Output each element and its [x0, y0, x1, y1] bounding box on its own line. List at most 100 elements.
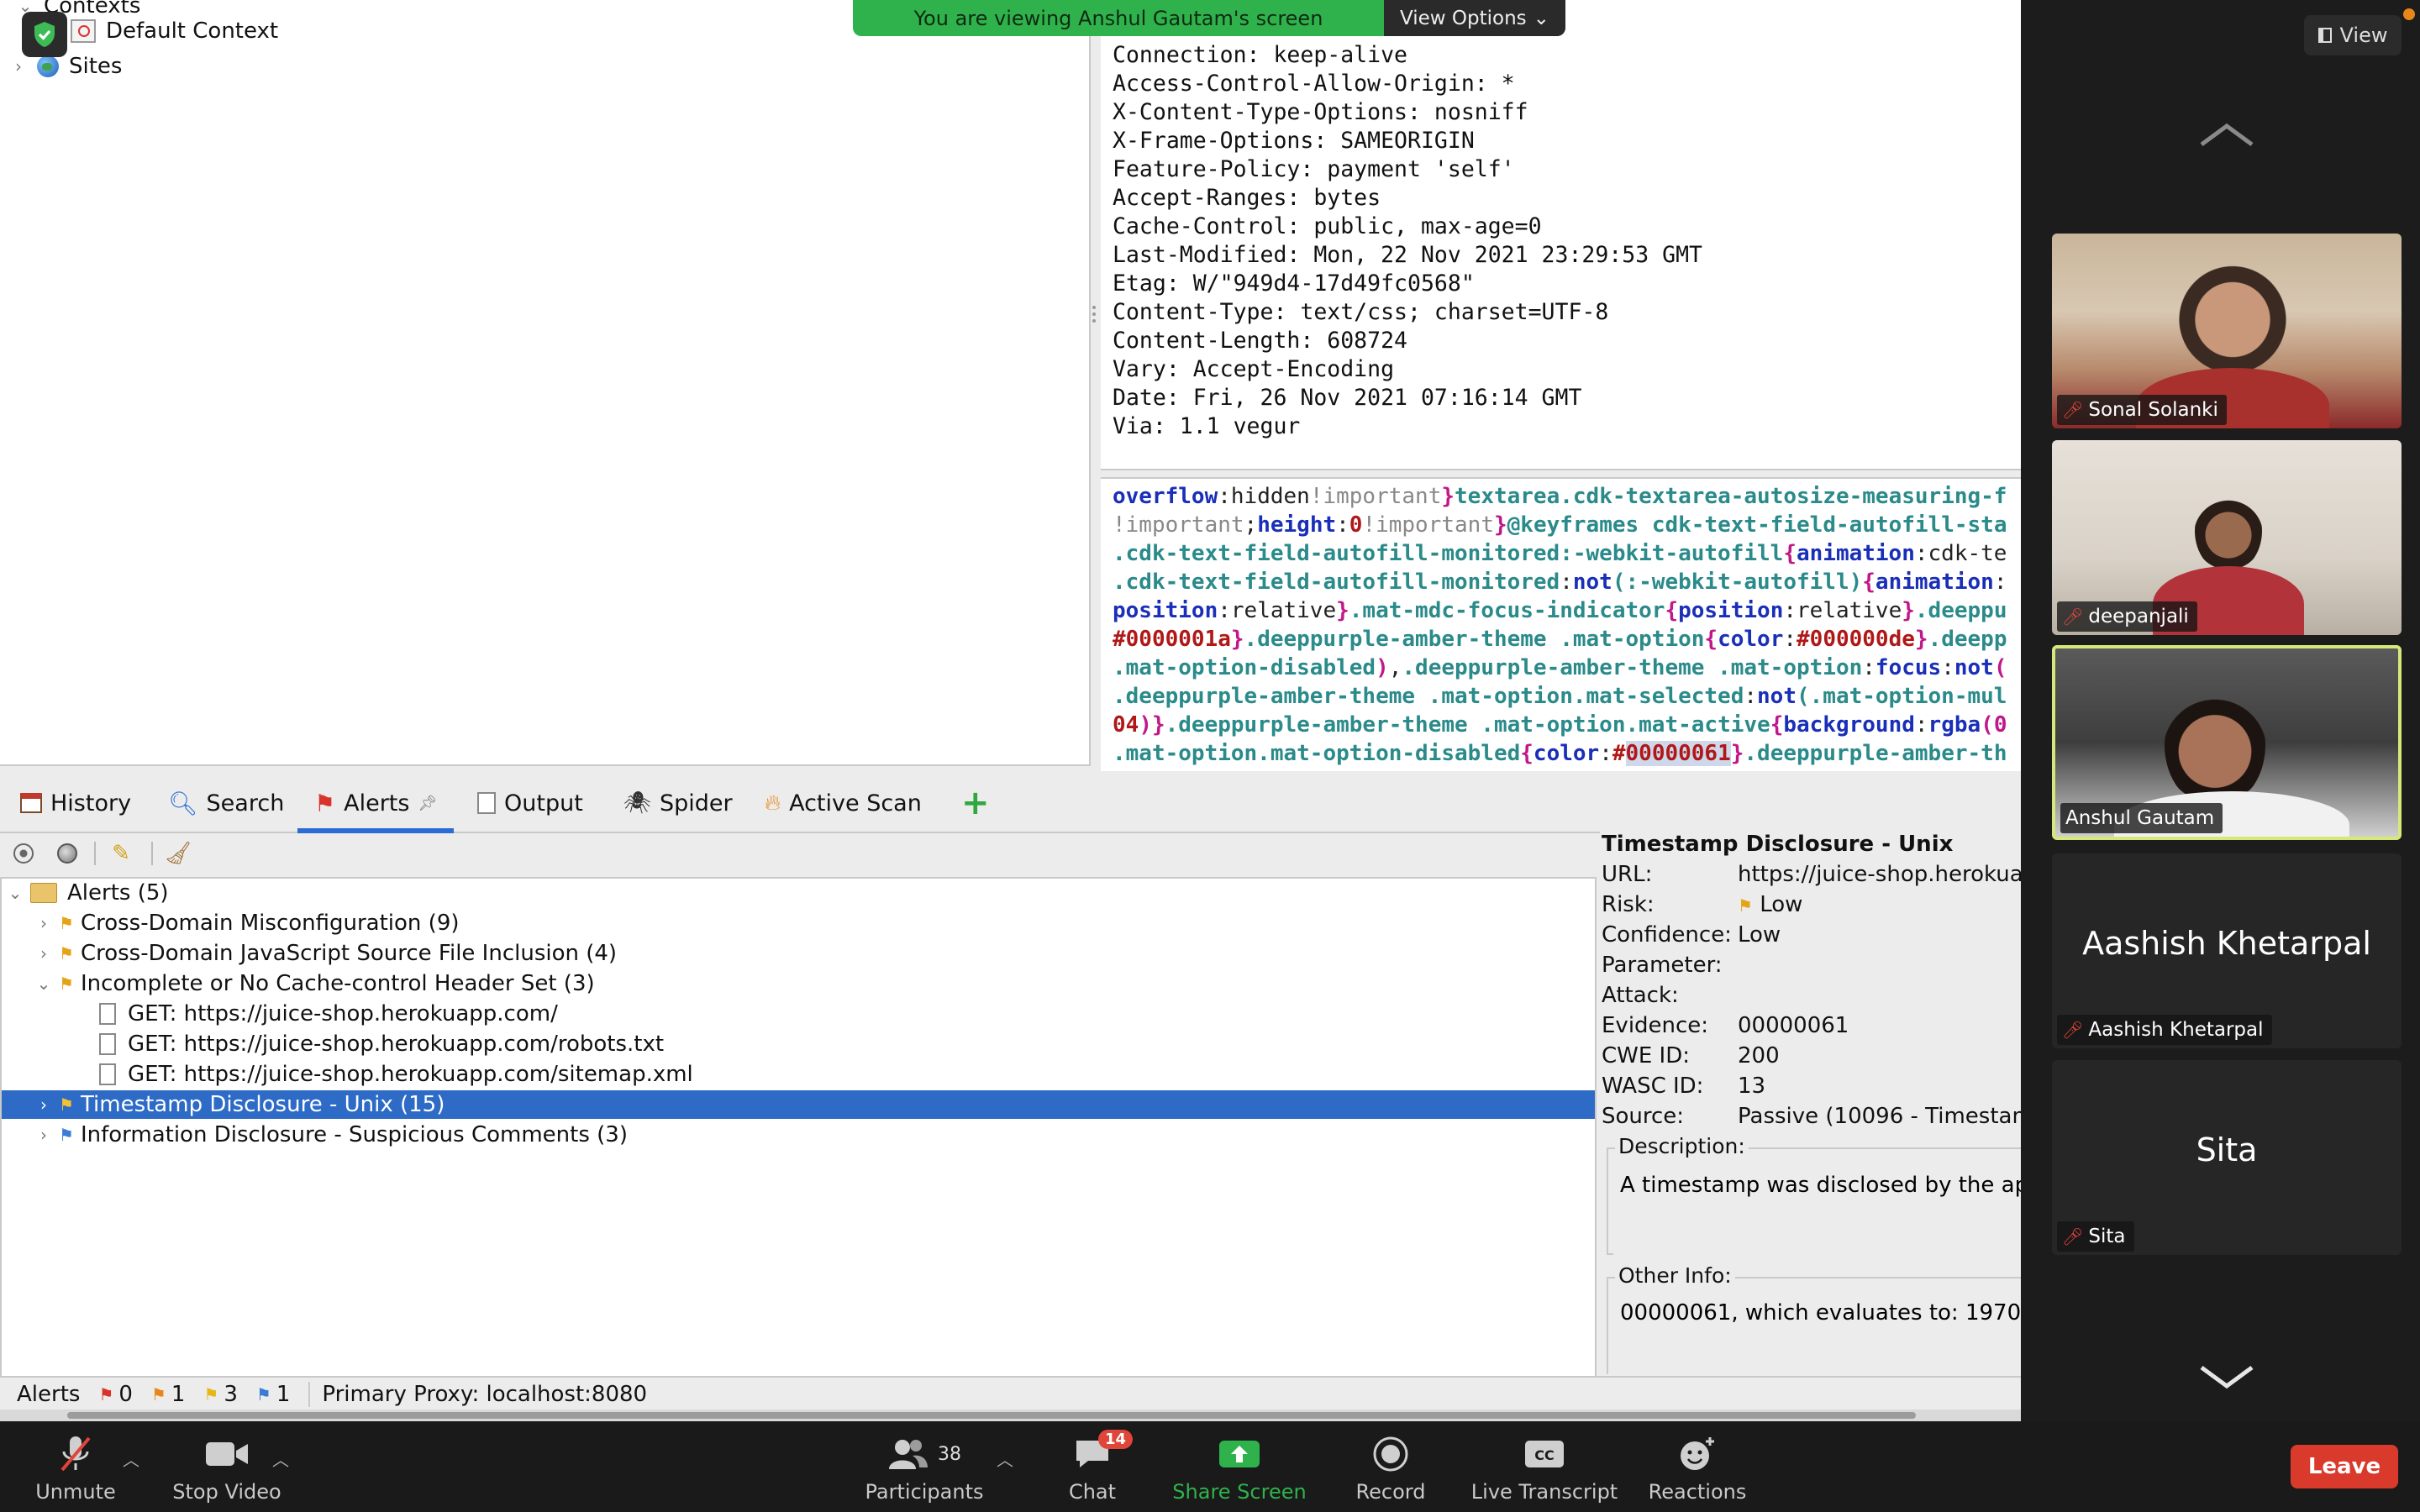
- expand-toggle-icon[interactable]: ⌄: [7, 883, 24, 903]
- flag-icon: ⚑: [59, 1095, 74, 1115]
- evidence-value: 00000061: [1738, 1013, 1849, 1038]
- live-transcript-button[interactable]: CC Live Transcript: [1469, 1421, 1620, 1512]
- tree-label: Timestamp Disclosure - Unix (15): [80, 1092, 445, 1117]
- active-scan-icon: 🔥︎: [765, 790, 781, 816]
- participant-name-tag: 🎤︎ Sonal Solanki: [2057, 395, 2227, 425]
- participant-video: [2165, 682, 2265, 808]
- toolbar-divider: [94, 842, 96, 865]
- reactions-button[interactable]: Reactions: [1647, 1421, 1748, 1512]
- video-tile-active-speaker[interactable]: Anshul Gautam: [2052, 645, 2402, 840]
- participants-options-caret-icon[interactable]: ︿: [997, 1446, 1013, 1471]
- tab-active-scan[interactable]: 🔥︎ Active Scan: [765, 786, 922, 820]
- header-line: Accept-Ranges: bytes: [1113, 185, 1381, 211]
- header-line: Connection: keep-alive: [1113, 42, 1407, 68]
- unmute-button[interactable]: Unmute: [34, 1421, 118, 1512]
- alerts-toolbar: ✎ 🧹︎: [0, 833, 1597, 874]
- chevron-right-icon[interactable]: ›: [10, 56, 27, 76]
- tree-item-alert[interactable]: ⌄ ⚑ Incomplete or No Cache-control Heade…: [2, 969, 1595, 998]
- tab-label: Spider: [660, 790, 733, 816]
- view-button[interactable]: View: [2304, 15, 2402, 55]
- expand-toggle-icon[interactable]: ⌄: [35, 974, 52, 994]
- audio-options-caret-icon[interactable]: ︿: [123, 1446, 139, 1471]
- mic-muted-icon: [57, 1433, 94, 1475]
- chat-button[interactable]: 14 Chat: [1050, 1421, 1134, 1512]
- spider-icon: 🕷︎: [623, 790, 652, 816]
- globe-filter-icon[interactable]: [54, 840, 81, 867]
- cwe-value: 200: [1738, 1043, 1780, 1068]
- tree-label: GET: https://juice-shop.herokuapp.com/si…: [128, 1062, 693, 1087]
- tree-item-alert[interactable]: › ⚑ Information Disclosure - Suspicious …: [2, 1121, 1595, 1149]
- chevron-right-icon[interactable]: ›: [35, 943, 52, 963]
- chevron-right-icon[interactable]: ›: [35, 1125, 52, 1145]
- broom-icon[interactable]: 🧹︎: [165, 840, 192, 867]
- tree-root-alerts[interactable]: ⌄ Alerts (5): [2, 879, 1595, 907]
- other-info-text[interactable]: 00000061, which evaluates to: 1970-01-01: [1613, 1294, 2021, 1332]
- video-tile[interactable]: 🎤︎ Sonal Solanki: [2052, 234, 2402, 428]
- gallery-scroll-down-icon[interactable]: [2193, 1361, 2260, 1394]
- tree-item-alert[interactable]: › ⚑ Cross-Domain Misconfiguration (9): [2, 909, 1595, 937]
- status-medium-count: ⚑ 1: [150, 1382, 186, 1407]
- tree-item-alert[interactable]: › ⚑ Cross-Domain JavaScript Source File …: [2, 939, 1595, 968]
- response-header-panel[interactable]: Connection: keep-alive Access-Control-Al…: [1101, 0, 2021, 470]
- video-tile-no-video[interactable]: Aashish Khetarpal 🎤︎ Aashish Khetarpal: [2052, 853, 2402, 1048]
- css-line: .mat-option.mat-option-disabled{color:#0…: [1113, 741, 2007, 766]
- tab-alerts[interactable]: ⚑ Alerts 📌︎: [297, 786, 455, 833]
- url-value[interactable]: https://juice-shop.herokuapp.com: [1738, 862, 2021, 887]
- horizontal-scrollbar[interactable]: [0, 1410, 2021, 1421]
- video-tile-no-video[interactable]: Sita 🎤︎ Sita: [2052, 1060, 2402, 1255]
- view-options-button[interactable]: View Options ⌄: [1384, 0, 1565, 36]
- target-icon[interactable]: [10, 840, 37, 867]
- add-tab-plus-icon[interactable]: +: [961, 784, 990, 822]
- tree-item-request[interactable]: GET: https://juice-shop.herokuapp.com/si…: [2, 1060, 1595, 1089]
- url-label: URL:: [1602, 862, 1653, 887]
- tab-search[interactable]: 🔍︎ Search: [168, 786, 284, 820]
- tree-item-request[interactable]: GET: https://juice-shop.herokuapp.com/: [2, 1000, 1595, 1028]
- video-options-caret-icon[interactable]: ︿: [272, 1446, 289, 1471]
- tree-item-default-context[interactable]: Default Context: [71, 18, 278, 44]
- share-screen-label: Share Screen: [1172, 1480, 1307, 1504]
- tab-history[interactable]: History: [20, 786, 131, 820]
- tab-spider[interactable]: 🕷︎ Spider: [623, 786, 733, 820]
- banner-text: You are viewing Anshul Gautam's screen: [913, 6, 1323, 30]
- alerts-tree[interactable]: ⌄ Alerts (5) › ⚑ Cross-Domain Misconfigu…: [0, 877, 1597, 1378]
- header-line: Date: Fri, 26 Nov 2021 07:16:14 GMT: [1113, 385, 1582, 411]
- tree-item-alert-selected[interactable]: › ⚑ Timestamp Disclosure - Unix (15): [2, 1090, 1595, 1119]
- css-line: .cdk-text-field-autofill-monitored:-webk…: [1113, 541, 2007, 566]
- flag-icon: ⚑: [203, 1384, 219, 1404]
- status-high-count: ⚑ 0: [98, 1382, 133, 1407]
- record-button[interactable]: Record: [1344, 1421, 1437, 1512]
- tab-label: Output: [504, 790, 583, 816]
- mic-off-icon: 🎤︎: [2062, 1226, 2084, 1247]
- video-camera-icon: [204, 1433, 250, 1475]
- participant-big-name: Aashish Khetarpal: [2082, 925, 2371, 962]
- video-tile[interactable]: 🎤︎ deepanjali: [2052, 440, 2402, 635]
- stop-video-button[interactable]: Stop Video: [168, 1421, 286, 1512]
- participants-button[interactable]: 38 Participants: [865, 1421, 984, 1512]
- tree-item-request[interactable]: GET: https://juice-shop.herokuapp.com/ro…: [2, 1030, 1595, 1058]
- tree-item-sites[interactable]: › Sites: [10, 54, 122, 79]
- description-text[interactable]: A timestamp was disclosed by the applica…: [1613, 1166, 2021, 1257]
- css-line: .mat-option-disabled),.deeppurple-amber-…: [1113, 655, 2007, 680]
- chevron-right-icon[interactable]: ›: [35, 1095, 52, 1115]
- css-line: .deeppurple-amber-theme .mat-option.mat-…: [1113, 684, 2007, 709]
- response-body-panel[interactable]: overflow:hidden!important}textarea.cdk-t…: [1101, 477, 2021, 773]
- participants-label: Participants: [865, 1480, 984, 1504]
- css-line: .cdk-text-field-autofill-monitored:not(:…: [1113, 570, 2007, 595]
- sites-label: Sites: [69, 54, 123, 79]
- edit-pencil-icon[interactable]: ✎: [108, 840, 134, 867]
- share-screen-button[interactable]: Share Screen: [1168, 1421, 1311, 1512]
- attack-label: Attack:: [1602, 983, 1679, 1008]
- document-icon: [99, 1033, 116, 1055]
- header-line: Via: 1.1 vegur: [1113, 413, 1301, 439]
- tab-output[interactable]: Output: [477, 786, 583, 820]
- chevron-right-icon[interactable]: ›: [35, 913, 52, 933]
- scrollbar-thumb[interactable]: [67, 1412, 1916, 1419]
- splitter-grip[interactable]: [1092, 302, 1097, 333]
- source-value: Passive (10096 - Timestamp Disclosure): [1738, 1104, 2021, 1129]
- alert-detail-panel: Timestamp Disclosure - Unix URL: https:/…: [1600, 832, 2021, 1374]
- pin-icon[interactable]: 📌︎: [418, 795, 437, 812]
- leave-button[interactable]: Leave: [2291, 1445, 2398, 1488]
- unmute-label: Unmute: [35, 1480, 116, 1504]
- gallery-scroll-up-icon[interactable]: [2193, 118, 2260, 151]
- document-icon: [99, 1063, 116, 1085]
